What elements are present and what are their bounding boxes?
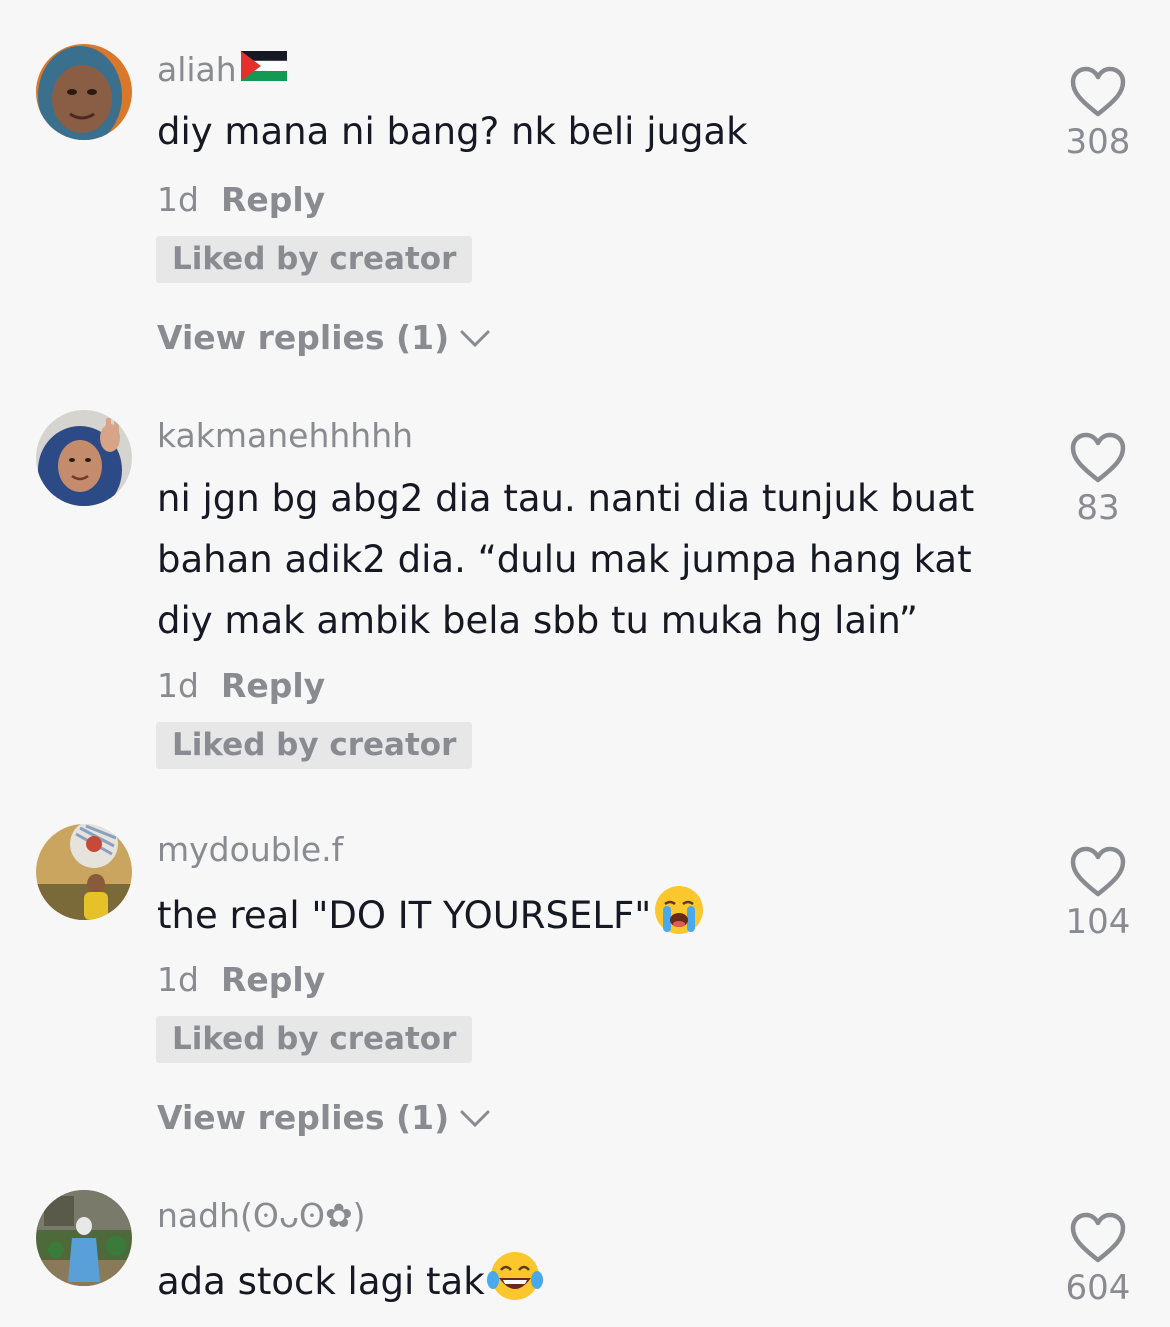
avatar[interactable]: [36, 410, 132, 506]
liked-by-creator-badge: Liked by creator: [156, 722, 473, 769]
comment-text: ada stock lagi tak: [157, 1250, 1037, 1320]
comment-meta: 1d Reply: [157, 960, 325, 1000]
username[interactable]: nadh(ʘᴗʘ✿): [157, 1196, 366, 1236]
comment-text-content: ada stock lagi tak: [157, 1260, 485, 1303]
avatar[interactable]: [36, 44, 132, 140]
like-button[interactable]: 104: [1048, 846, 1148, 942]
avatar[interactable]: [36, 824, 132, 920]
chevron-down-icon: [459, 318, 491, 358]
heart-icon: [1070, 846, 1126, 897]
timestamp: 1d: [157, 666, 199, 705]
comment-text: the real "DO IT YOURSELF": [157, 884, 1037, 954]
view-replies-button[interactable]: View replies (1): [157, 318, 491, 358]
timestamp: 1d: [157, 180, 199, 219]
chevron-down-icon: [459, 1098, 491, 1138]
username[interactable]: kakmanehhhhh: [157, 416, 413, 456]
like-count: 308: [1065, 122, 1131, 162]
like-button[interactable]: 83: [1048, 432, 1148, 528]
loudly-crying-face-icon: [653, 884, 705, 954]
reply-button[interactable]: Reply: [221, 180, 325, 219]
view-replies-label: View replies (1): [157, 1098, 450, 1137]
comment-text-content: the real "DO IT YOURSELF": [157, 894, 652, 937]
view-replies-button[interactable]: View replies (1): [157, 1098, 491, 1138]
reply-button[interactable]: Reply: [221, 666, 325, 705]
like-count: 104: [1065, 902, 1131, 942]
heart-icon: [1070, 432, 1126, 483]
heart-icon: [1070, 1212, 1126, 1263]
timestamp: 1d: [157, 960, 199, 999]
like-count: 83: [1076, 488, 1120, 528]
like-count: 604: [1065, 1268, 1131, 1308]
comment-text: diy mana ni bang? nk beli jugak: [157, 110, 748, 153]
liked-by-creator-badge: Liked by creator: [156, 1016, 473, 1063]
like-button[interactable]: 604: [1048, 1212, 1148, 1308]
liked-by-creator-badge: Liked by creator: [156, 236, 473, 283]
reply-button[interactable]: Reply: [221, 960, 325, 999]
comment-text: ni jgn bg abg2 dia tau. nanti dia tunjuk…: [157, 477, 975, 642]
like-button[interactable]: 308: [1048, 66, 1148, 162]
username[interactable]: mydouble.f: [157, 830, 343, 870]
face-with-tears-of-joy-icon: [486, 1250, 543, 1320]
username[interactable]: aliah: [157, 50, 287, 90]
palestine-flag-icon: [240, 50, 287, 90]
username-text[interactable]: aliah: [157, 50, 237, 90]
comment-meta: 1d Reply: [157, 666, 325, 706]
comment-meta: 1d Reply: [157, 180, 325, 220]
view-replies-label: View replies (1): [157, 318, 450, 357]
avatar[interactable]: [36, 1190, 132, 1286]
heart-icon: [1070, 66, 1126, 117]
